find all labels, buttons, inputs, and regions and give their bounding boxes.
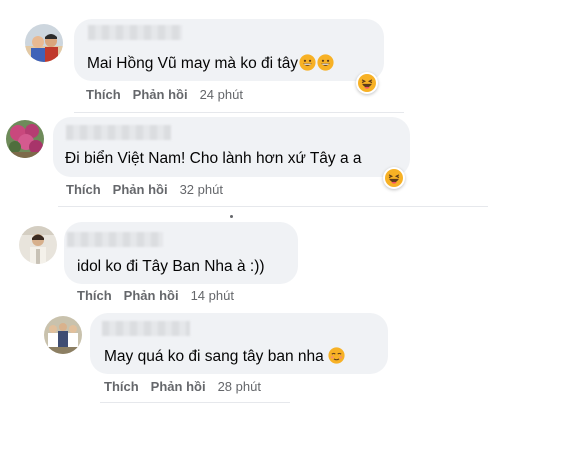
comment-text-content: May quá ko đi sang tây ban nha bbox=[104, 348, 324, 365]
comment-text-content: Đi biển Việt Nam! Cho lành hơn xứ Tây a … bbox=[65, 150, 362, 167]
commenter-avatar[interactable] bbox=[6, 120, 44, 158]
comment-actions: Thích Phản hồi 28 phút bbox=[104, 379, 261, 394]
commenter-avatar[interactable] bbox=[25, 24, 63, 62]
commenter-name-redacted[interactable] bbox=[67, 232, 163, 247]
comment-bubble: idol ko đi Tây Ban Nha à :)) bbox=[64, 222, 298, 284]
comment-actions: Thích Phản hồi 24 phút bbox=[86, 87, 243, 102]
comment-bubble: May quá ko đi sang tây ban nha bbox=[90, 313, 388, 374]
like-link[interactable]: Thích bbox=[77, 288, 112, 303]
commenter-name-redacted[interactable] bbox=[88, 25, 182, 40]
comment-timestamp[interactable]: 24 phút bbox=[200, 87, 243, 102]
comment-actions: Thích Phản hồi 14 phút bbox=[77, 288, 234, 303]
reaction-badge[interactable] bbox=[383, 167, 405, 189]
reply-link[interactable]: Phản hồi bbox=[133, 87, 188, 102]
divider bbox=[74, 112, 404, 113]
comment-actions: Thích Phản hồi 32 phút bbox=[66, 182, 223, 197]
comment-text: May quá ko đi sang tây ban nha bbox=[104, 347, 345, 366]
divider bbox=[100, 402, 290, 403]
comment-timestamp[interactable]: 32 phút bbox=[180, 182, 223, 197]
avatar-photo bbox=[44, 316, 82, 354]
comment-text-content: idol ko đi Tây Ban Nha à :)) bbox=[77, 258, 265, 275]
commenter-avatar[interactable] bbox=[44, 316, 82, 354]
reply-link[interactable]: Phản hồi bbox=[113, 182, 168, 197]
avatar-photo bbox=[25, 24, 63, 62]
commenter-name-redacted[interactable] bbox=[66, 125, 171, 140]
commenter-avatar[interactable] bbox=[19, 226, 57, 264]
laughing-face-icon bbox=[358, 74, 376, 92]
comment-text-content: Mai Hồng Vũ may mà ko đi tây bbox=[87, 55, 299, 72]
laughing-face-icon bbox=[385, 169, 403, 187]
relieved-face-icon bbox=[328, 347, 345, 364]
comment-bubble: Đi biển Việt Nam! Cho lành hơn xứ Tây a … bbox=[53, 117, 410, 177]
comment-timestamp[interactable]: 14 phút bbox=[191, 288, 234, 303]
separator-dot bbox=[230, 215, 233, 218]
grinning-face-icon bbox=[299, 54, 316, 71]
like-link[interactable]: Thích bbox=[86, 87, 121, 102]
comment-text: idol ko đi Tây Ban Nha à :)) bbox=[77, 258, 265, 276]
like-link[interactable]: Thích bbox=[104, 379, 139, 394]
like-link[interactable]: Thích bbox=[66, 182, 101, 197]
divider bbox=[58, 206, 488, 207]
comment-bubble: Mai Hồng Vũ may mà ko đi tây bbox=[74, 19, 384, 81]
avatar-photo bbox=[19, 226, 57, 264]
comment-text: Đi biển Việt Nam! Cho lành hơn xứ Tây a … bbox=[65, 150, 362, 168]
reply-link[interactable]: Phản hồi bbox=[151, 379, 206, 394]
reaction-badge[interactable] bbox=[356, 72, 378, 94]
reply-link[interactable]: Phản hồi bbox=[124, 288, 179, 303]
comment-text: Mai Hồng Vũ may mà ko đi tây bbox=[87, 54, 334, 73]
comment-timestamp[interactable]: 28 phút bbox=[218, 379, 261, 394]
avatar-photo bbox=[6, 120, 44, 158]
grinning-face-icon bbox=[317, 54, 334, 71]
commenter-name-redacted[interactable] bbox=[102, 321, 190, 336]
